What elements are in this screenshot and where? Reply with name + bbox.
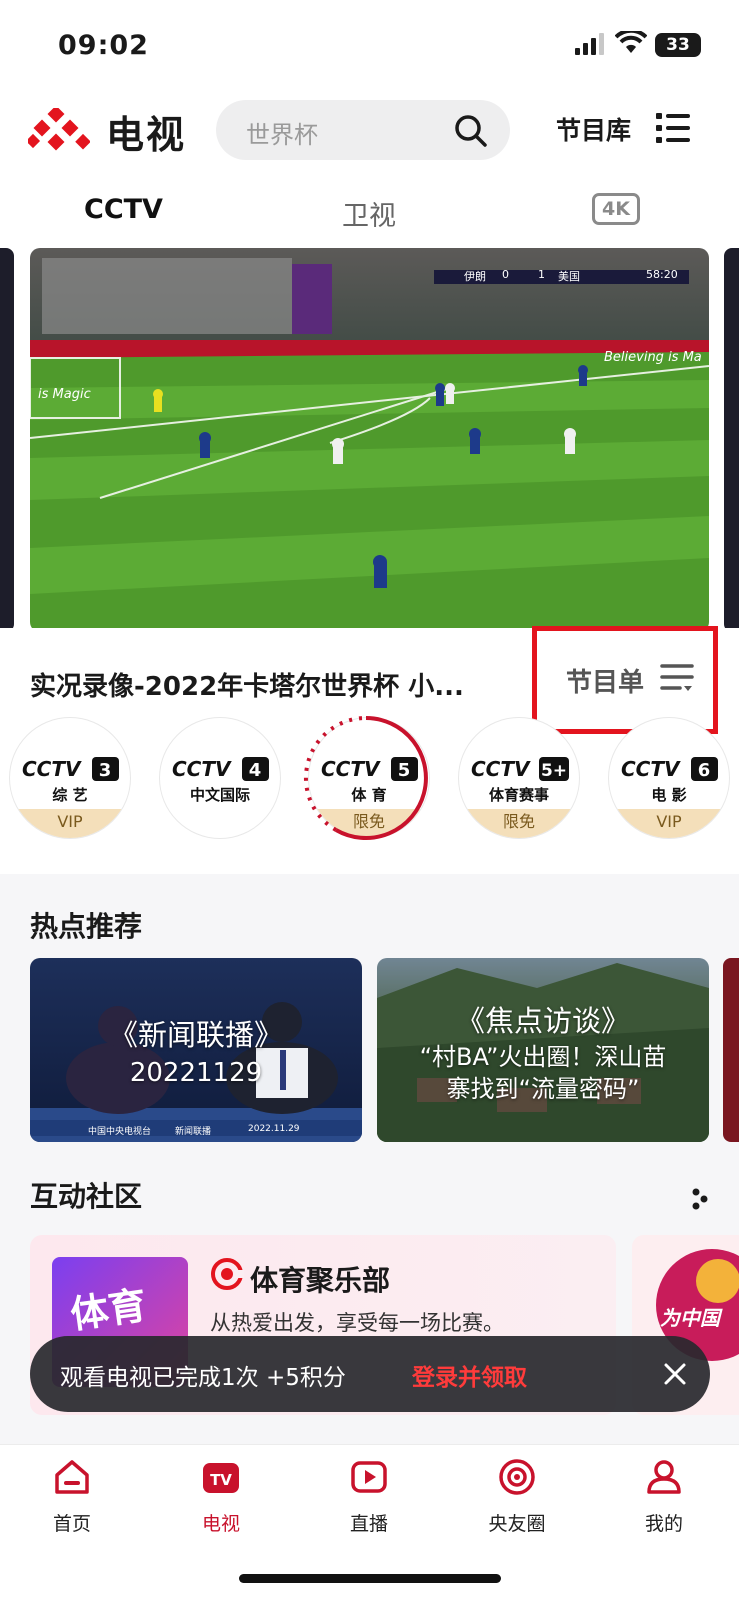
community-section-title: 互动社区 <box>30 1180 143 1213</box>
signal-icon <box>575 33 604 55</box>
toast-message: 观看电视已完成1次 +5积分 <box>60 1365 346 1391</box>
home-indicator <box>239 1574 501 1583</box>
channel-badge: VIP <box>10 809 130 838</box>
nav-label: 央友圈 <box>488 1513 546 1535</box>
nav-friends-circle[interactable]: 央友圈 <box>467 1457 567 1536</box>
svg-text:CCTV: CCTV <box>471 757 531 781</box>
cctv-logo-icon: CCTV 3 <box>22 757 119 781</box>
status-bar: 09:02 33 <box>0 0 739 92</box>
channel-cctv6[interactable]: CCTV 6 电 影 VIP <box>609 718 729 838</box>
search-bar[interactable]: 世界杯 <box>216 100 510 160</box>
library-button[interactable]: 节目库 <box>556 111 631 147</box>
nav-label: 首页 <box>52 1513 91 1535</box>
svg-text:为中国: 为中国 <box>660 1306 723 1330</box>
next-slide-peek[interactable] <box>724 248 739 632</box>
tab-satellite[interactable]: 卫视 <box>342 194 396 233</box>
live-play-icon <box>351 1461 387 1493</box>
channel-badge: 限免 <box>459 809 579 838</box>
channel-cctv5plus[interactable]: CCTV 5+ 体育赛事 限免 <box>459 718 579 838</box>
hot-card-line2: 寨找到“流量密码” <box>446 1075 640 1103</box>
svg-text:CCTV: CCTV <box>22 757 82 781</box>
score-away-team: 美国 <box>558 270 580 283</box>
svg-text:TV: TV <box>210 1471 232 1489</box>
news-footer-left: 中国中央电视台 <box>88 1127 152 1137</box>
channel-name: 中文国际 <box>189 786 250 804</box>
list-menu-icon[interactable] <box>656 112 690 144</box>
tab-cctv[interactable]: CCTV <box>84 194 163 225</box>
login-claim-link[interactable]: 登录并领取 <box>412 1358 527 1392</box>
channel-badge: VIP <box>609 809 729 838</box>
cctv-app-logo-icon <box>28 108 90 151</box>
battery-indicator: 33 <box>655 33 701 57</box>
hot-card-title: 《焦点访谈》 <box>455 1004 630 1038</box>
hot-card-title: 《新闻联播》 <box>108 1018 283 1052</box>
scoreboard: 伊朗 0 1 美国 58:20 <box>434 266 689 284</box>
status-time: 09:02 <box>58 30 149 61</box>
tv-icon: TV <box>203 1463 239 1493</box>
nav-label: 我的 <box>644 1513 683 1535</box>
prev-slide-peek[interactable] <box>0 248 14 632</box>
nav-home[interactable]: 首页 <box>22 1457 122 1536</box>
score-home-team: 伊朗 <box>464 270 486 283</box>
nav-profile[interactable]: 我的 <box>614 1457 714 1536</box>
nav-live[interactable]: 直播 <box>319 1457 419 1536</box>
svg-text:4: 4 <box>249 760 262 781</box>
hot-card-news[interactable]: 《新闻联播》 20221129 中国中央电视台 新闻联播 2022.11.29 <box>30 958 362 1142</box>
svg-text:5+: 5+ <box>541 761 567 781</box>
score-home: 0 <box>502 268 509 281</box>
community-card-title: 体育聚乐部 <box>250 1264 391 1297</box>
nav-label: 直播 <box>349 1513 388 1535</box>
channel-name: 电 影 <box>651 786 687 804</box>
reward-toast: 观看电视已完成1次 +5积分 登录并领取 <box>30 1336 710 1412</box>
svg-text:3: 3 <box>99 760 112 781</box>
wifi-icon <box>615 31 647 53</box>
hot-card-next-peek[interactable] <box>723 958 739 1142</box>
score-away: 1 <box>538 268 545 281</box>
target-circle-icon <box>499 1459 535 1495</box>
svg-text:CCTV: CCTV <box>621 757 681 781</box>
ad-text-right: Believing is Ma <box>604 350 702 365</box>
sports-club-thumb-text: 体育 <box>67 1282 150 1338</box>
channel-name: 体育赛事 <box>488 786 549 804</box>
more-dots-icon[interactable] <box>690 1188 710 1210</box>
hot-section-title: 热点推荐 <box>30 910 143 943</box>
now-playing-title[interactable]: 实况录像-2022年卡塔尔世界杯 小... <box>30 666 510 703</box>
cctv-logo-icon: CCTV 4 <box>172 757 269 781</box>
hot-card-focus[interactable]: 《焦点访谈》 “村BA”火出圈！深山苗 寨找到“流量密码” <box>377 958 709 1142</box>
channel-cctv4[interactable]: CCTV 4 中文国际 <box>160 718 280 838</box>
svg-text:6: 6 <box>698 760 711 781</box>
ad-text-left: is Magic <box>38 387 91 402</box>
close-icon[interactable] <box>660 1359 690 1389</box>
selected-channel-ring-icon <box>303 716 428 840</box>
video-player[interactable]: is Magic Believing is Ma 伊朗 0 1 美国 58:20 <box>30 248 709 632</box>
channel-name: 综 艺 <box>52 786 88 804</box>
tab-4k[interactable]: 4K <box>592 193 640 225</box>
cctv-logo-icon: CCTV 6 <box>621 757 718 781</box>
cctv-logo-icon: CCTV 5+ <box>471 757 569 781</box>
player-area: is Magic Believing is Ma 伊朗 0 1 美国 58:20 <box>0 242 739 642</box>
nav-tv[interactable]: TV 电视 <box>171 1457 271 1536</box>
page-title: 电视 <box>106 113 187 157</box>
community-card-desc: 从热爱出发，享受每一场比赛。 <box>210 1311 504 1335</box>
program-info: 实况录像-2022年卡塔尔世界杯 小... 节目单 CCTV 3 综 艺 VIP… <box>0 626 739 874</box>
hot-card-line1: “村BA”火出圈！深山苗 <box>419 1043 667 1071</box>
category-tabs: CCTV 卫视 4K <box>0 172 739 242</box>
channel-cctv3[interactable]: CCTV 3 综 艺 VIP <box>10 718 130 838</box>
channel-list: CCTV 3 综 艺 VIP CCTV 4 中文国际 CCTV 5 体 育 限免 <box>0 716 739 858</box>
search-placeholder: 世界杯 <box>246 121 318 149</box>
cctv-eye-logo-icon <box>211 1258 244 1290</box>
user-icon <box>647 1460 681 1494</box>
soccer-video-frame: is Magic Believing is Ma <box>30 248 709 632</box>
news-lower-third: 中国中央电视台 新闻联播 2022.11.29 <box>30 1122 362 1138</box>
home-icon <box>55 1460 89 1494</box>
news-footer-right: 2022.11.29 <box>248 1124 300 1134</box>
search-icon[interactable] <box>454 114 488 148</box>
news-footer-mid: 新闻联播 <box>175 1127 212 1137</box>
match-clock: 58:20 <box>646 268 678 281</box>
svg-text:CCTV: CCTV <box>172 757 232 781</box>
nav-label: 电视 <box>201 1513 240 1535</box>
hot-card-date: 20221129 <box>129 1058 263 1088</box>
